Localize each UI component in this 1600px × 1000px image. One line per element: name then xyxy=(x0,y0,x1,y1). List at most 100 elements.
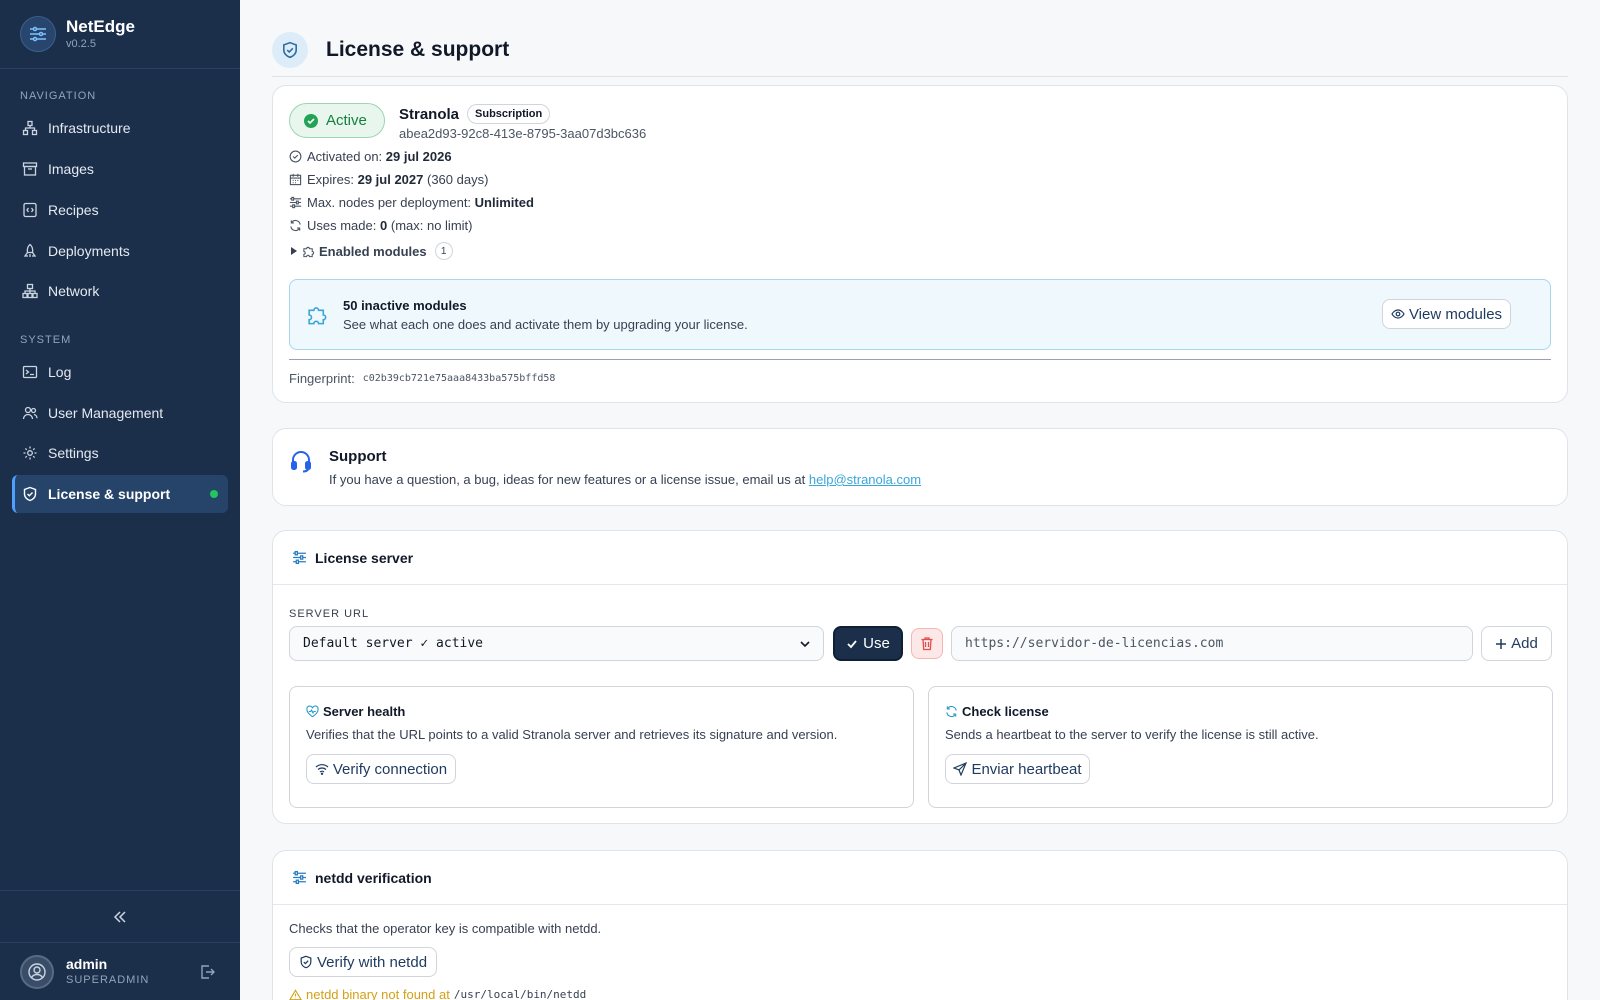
add-server-button[interactable]: Add xyxy=(1481,626,1552,661)
puzzle-icon xyxy=(308,307,327,325)
delete-server-button[interactable] xyxy=(911,628,943,659)
sidebar-item-label: User Management xyxy=(48,405,164,421)
page-title: License & support xyxy=(326,38,510,61)
user-icon xyxy=(28,962,46,981)
license-card: Active Stranola Subscription abea2d93-92… xyxy=(272,85,1568,403)
users-icon xyxy=(22,406,38,420)
netdd-title: netdd verification xyxy=(315,869,432,886)
activated-label: Activated on: xyxy=(307,149,383,164)
sidebar-item-label: Deployments xyxy=(48,243,130,259)
license-vendor: Stranola Subscription xyxy=(399,104,551,124)
chevrons-left-icon xyxy=(113,910,126,923)
enabled-modules-label: Enabled modules xyxy=(319,243,427,259)
server-url-label: SERVER URL xyxy=(289,608,370,620)
check-license-label: Check license xyxy=(962,704,1049,719)
calendar-icon xyxy=(289,173,302,186)
trash-icon xyxy=(921,637,933,651)
collapse-sidebar-button[interactable] xyxy=(0,890,240,942)
support-email-link[interactable]: help@stranola.com xyxy=(809,472,921,487)
server-icon xyxy=(293,870,306,885)
modules-count: 1 xyxy=(434,242,453,260)
server-url-input[interactable]: https://servidor-de-licencias.com xyxy=(951,626,1473,661)
use-label: Use xyxy=(863,635,890,652)
logout-icon xyxy=(201,965,215,979)
support-desc: If you have a question, a bug, ideas for… xyxy=(329,472,921,487)
server-health-panel: Server health Verifies that the URL poin… xyxy=(289,686,914,808)
check-license-title: Check license xyxy=(945,704,1049,719)
user-name: admin xyxy=(66,956,108,972)
sidebar-item-log[interactable]: Log xyxy=(12,353,228,391)
verify-netdd-button[interactable]: Verify with netdd xyxy=(289,947,437,977)
server-select-value: Default server ✓ active xyxy=(303,636,484,651)
sliders-icon xyxy=(289,196,302,209)
warning-icon xyxy=(289,988,302,1000)
netdd-warning-text: netdd binary not found at xyxy=(306,987,450,1000)
avatar[interactable] xyxy=(20,954,54,989)
images-icon xyxy=(22,162,38,176)
app-name: NetEdge xyxy=(66,17,135,36)
uses-label: Uses made: xyxy=(307,218,377,233)
brand: NetEdge v0.2.5 xyxy=(0,0,240,69)
netdd-card: netdd verification Checks that the opera… xyxy=(272,850,1568,1000)
support-card: Support If you have a question, a bug, i… xyxy=(272,428,1568,506)
enabled-modules-toggle[interactable]: Enabled modules 1 xyxy=(289,242,453,260)
verify-connection-button[interactable]: Verify connection xyxy=(306,754,456,784)
license-server-title: License server xyxy=(315,549,414,566)
uses-row: Uses made: 0 (max: no limit) xyxy=(289,218,472,233)
page-header: License & support xyxy=(272,32,1568,77)
chevron-down-icon xyxy=(800,641,810,648)
send-icon xyxy=(953,762,968,776)
max-nodes-value: Unlimited xyxy=(474,195,534,210)
sidebar-item-label: Images xyxy=(48,161,94,177)
system-heading: SYSTEM xyxy=(20,334,72,346)
network-icon xyxy=(22,283,38,299)
netdd-desc: Checks that the operator key is compatib… xyxy=(289,921,602,936)
check-license-desc: Sends a heartbeat to the server to verif… xyxy=(945,727,1319,742)
view-modules-button[interactable]: View modules xyxy=(1382,299,1511,329)
refresh-icon xyxy=(946,705,957,718)
check-circle-icon xyxy=(304,113,318,128)
caret-right-icon xyxy=(291,247,297,255)
fingerprint-row: Fingerprint: c02b39cb721e75aaa8433ba575b… xyxy=(289,371,555,386)
verify-connection-label: Verify connection xyxy=(332,760,448,778)
refresh-icon xyxy=(290,219,301,232)
expires-value: 29 jul 2027 xyxy=(357,172,424,187)
send-heartbeat-button[interactable]: Enviar heartbeat xyxy=(945,754,1090,784)
inactive-modules-title: 50 inactive modules xyxy=(343,298,467,313)
logout-button[interactable] xyxy=(198,963,216,986)
use-server-button[interactable]: Use xyxy=(833,626,903,661)
sidebar-item-images[interactable]: Images xyxy=(12,150,228,188)
license-id: abea2d93-92c8-413e-8795-3aa07d3bc636 xyxy=(399,126,647,141)
sidebar-item-network[interactable]: Network xyxy=(12,272,228,310)
terminal-icon xyxy=(22,365,38,379)
logo-icon xyxy=(20,16,56,52)
eye-icon xyxy=(1391,309,1405,319)
support-title: Support xyxy=(329,448,387,465)
plus-icon xyxy=(1496,638,1507,649)
sidebar-item-label: Settings xyxy=(48,445,99,461)
status-badge: Active xyxy=(289,103,385,138)
server-health-label: Server health xyxy=(323,704,406,719)
main-content: License & support Active Stranola Subscr… xyxy=(240,0,1600,1000)
user-profile: admin SUPERADMIN xyxy=(0,942,240,1000)
status-text: Active xyxy=(326,112,367,129)
sidebar-item-license-support[interactable]: License & support xyxy=(12,475,228,513)
server-url-placeholder: https://servidor-de-licencias.com xyxy=(965,636,1224,651)
inactive-modules-desc: See what each one does and activate them… xyxy=(343,317,748,332)
support-text: If you have a question, a bug, ideas for… xyxy=(329,472,806,487)
uses-extra: (max: no limit) xyxy=(390,218,473,233)
netdd-header: netdd verification xyxy=(273,851,1567,905)
sidebar-item-deployments[interactable]: Deployments xyxy=(12,232,228,270)
sidebar-item-label: License & support xyxy=(48,486,171,502)
gear-icon xyxy=(23,446,37,460)
sidebar-item-settings[interactable]: Settings xyxy=(12,434,228,472)
vendor-name: Stranola xyxy=(399,105,460,123)
max-nodes-row: Max. nodes per deployment: Unlimited xyxy=(289,195,534,210)
sidebar-item-infrastructure[interactable]: Infrastructure xyxy=(12,109,228,147)
divider xyxy=(289,359,1551,360)
sidebar-item-user-management[interactable]: User Management xyxy=(12,394,228,432)
sidebar: NetEdge v0.2.5 NAVIGATION Infrastructure… xyxy=(0,0,240,1000)
sidebar-item-recipes[interactable]: Recipes xyxy=(12,191,228,229)
server-select[interactable]: Default server ✓ active xyxy=(289,626,824,661)
check-icon xyxy=(847,639,857,648)
